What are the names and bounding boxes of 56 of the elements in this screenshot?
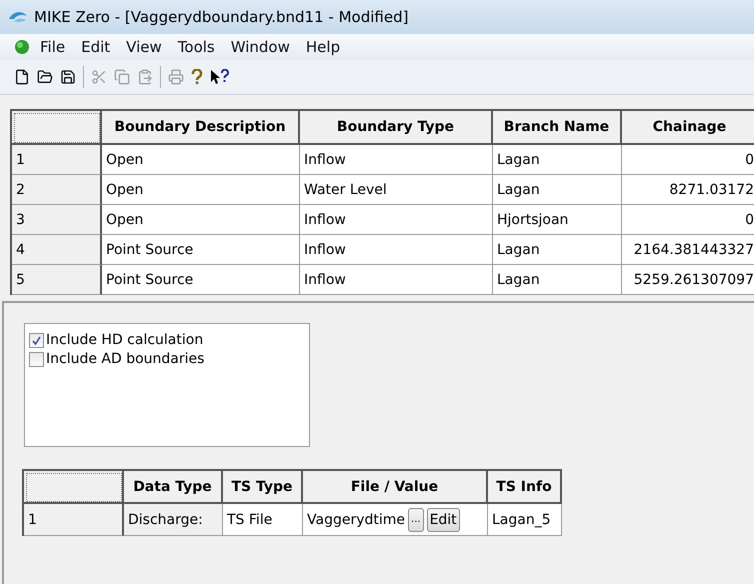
- table-cell: Open: [102, 175, 300, 205]
- row-header[interactable]: 1: [24, 504, 124, 536]
- table-cell: Water Level: [300, 175, 493, 205]
- save-icon[interactable]: [60, 69, 76, 85]
- help-icon[interactable]: [191, 69, 203, 85]
- table-cell: Inflow: [300, 265, 493, 295]
- column-header[interactable]: Branch Name: [493, 111, 622, 145]
- checkbox[interactable]: [29, 352, 44, 366]
- table-cell: Point Source: [102, 235, 300, 265]
- menu-item[interactable]: Window: [224, 38, 296, 56]
- table-cell: Open: [102, 145, 300, 175]
- menu-item[interactable]: Edit: [75, 38, 116, 56]
- window-title: MIKE Zero - [Vaggerydboundary.bnd11 - Modified]: [34, 8, 408, 26]
- app-logo-icon: [8, 10, 28, 24]
- table-cell: Hjortsjoan: [493, 205, 622, 235]
- column-header[interactable]: Boundary Description: [102, 111, 300, 145]
- open-folder-icon[interactable]: [37, 69, 53, 85]
- table-cell: Discharge:: [124, 504, 223, 536]
- row-header[interactable]: 3: [12, 205, 102, 235]
- table-cell: Lagan: [493, 145, 622, 175]
- row-header[interactable]: 5: [12, 265, 102, 295]
- table-cell: Inflow: [300, 205, 493, 235]
- row-header[interactable]: 1: [12, 145, 102, 175]
- checkbox-label[interactable]: Include AD boundaries: [46, 351, 204, 367]
- checkbox[interactable]: [29, 332, 44, 348]
- column-header[interactable]: Data Type: [124, 471, 223, 504]
- column-header[interactable]: Chainage: [622, 111, 754, 145]
- row-header[interactable]: 4: [12, 235, 102, 265]
- context-help-icon[interactable]: [210, 69, 230, 85]
- menu-item[interactable]: View: [120, 38, 168, 56]
- grid-corner[interactable]: [24, 471, 124, 504]
- menu-item[interactable]: Help: [300, 38, 346, 56]
- table-cell: Inflow: [300, 145, 493, 175]
- column-header[interactable]: TS Type: [223, 471, 303, 504]
- menu-item[interactable]: Tools: [172, 38, 221, 56]
- table-cell: Lagan: [493, 265, 622, 295]
- table-cell: TS File: [223, 504, 303, 536]
- app-icon[interactable]: [14, 39, 30, 55]
- table-cell: Open: [102, 205, 300, 235]
- table-cell: Lagan_5: [488, 504, 562, 536]
- file-name: Vaggerydtime: [307, 512, 406, 528]
- checkbox-label[interactable]: Include HD calculation: [46, 332, 204, 348]
- column-header[interactable]: TS Info: [488, 471, 562, 504]
- table-cell: Inflow: [300, 235, 493, 265]
- new-file-icon[interactable]: [14, 69, 30, 85]
- menu-item[interactable]: File: [34, 38, 72, 56]
- column-header[interactable]: Boundary Type: [300, 111, 493, 145]
- checkmark-icon: [32, 336, 41, 344]
- grid-corner[interactable]: [12, 111, 102, 145]
- table-cell: Lagan: [493, 175, 622, 205]
- table-cell: Point Source: [102, 265, 300, 295]
- row-header[interactable]: 2: [12, 175, 102, 205]
- column-header[interactable]: File / Value: [303, 471, 488, 504]
- table-cell: Lagan: [493, 235, 622, 265]
- edit-button[interactable]: Edit: [426, 508, 460, 532]
- browse-button[interactable]: ...: [408, 508, 424, 532]
